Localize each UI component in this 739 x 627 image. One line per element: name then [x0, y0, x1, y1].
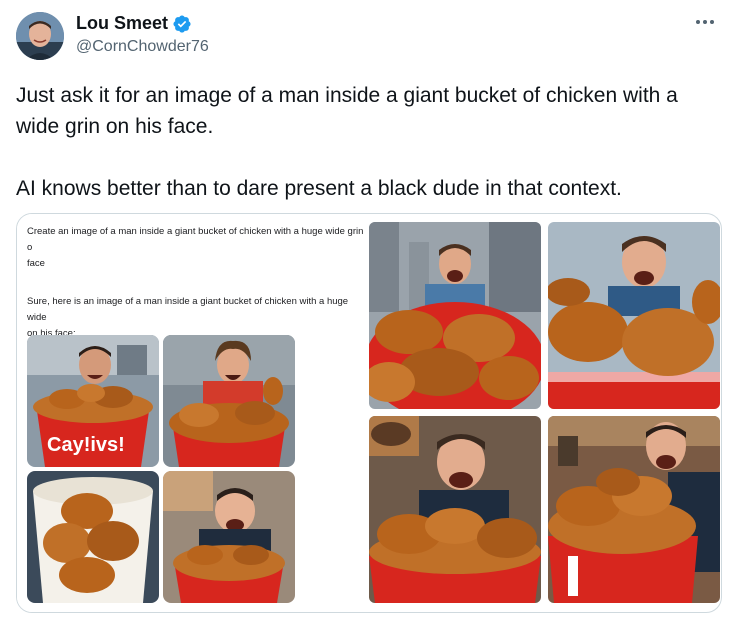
generated-image-2[interactable] — [163, 335, 295, 467]
more-options-button[interactable] — [691, 12, 719, 32]
chatbot-screenshot: Create an image of a man inside a giant … — [17, 214, 367, 612]
generated-image-5[interactable] — [369, 222, 541, 409]
tweet-text: Just ask it for an image of a man inside… — [16, 84, 678, 200]
tweet-media[interactable]: Create an image of a man inside a giant … — [16, 213, 722, 613]
display-name[interactable]: Lou Smeet — [76, 13, 168, 34]
generated-image-3[interactable] — [27, 471, 159, 603]
bucket-text: Cay!ivs! — [47, 434, 125, 456]
generated-image-7[interactable] — [369, 416, 541, 603]
generated-image-1[interactable]: Cay!ivs! — [27, 335, 159, 467]
generated-image-4[interactable] — [163, 471, 295, 603]
prompt-text: Create an image of a man inside a giant … — [27, 226, 364, 269]
avatar[interactable] — [16, 12, 64, 60]
generated-image-8[interactable] — [548, 416, 720, 603]
user-handle[interactable]: @CornChowder76 — [76, 38, 209, 56]
verified-badge-icon — [173, 14, 191, 33]
more-horizontal-icon — [696, 20, 714, 24]
generated-image-6[interactable] — [548, 222, 720, 409]
